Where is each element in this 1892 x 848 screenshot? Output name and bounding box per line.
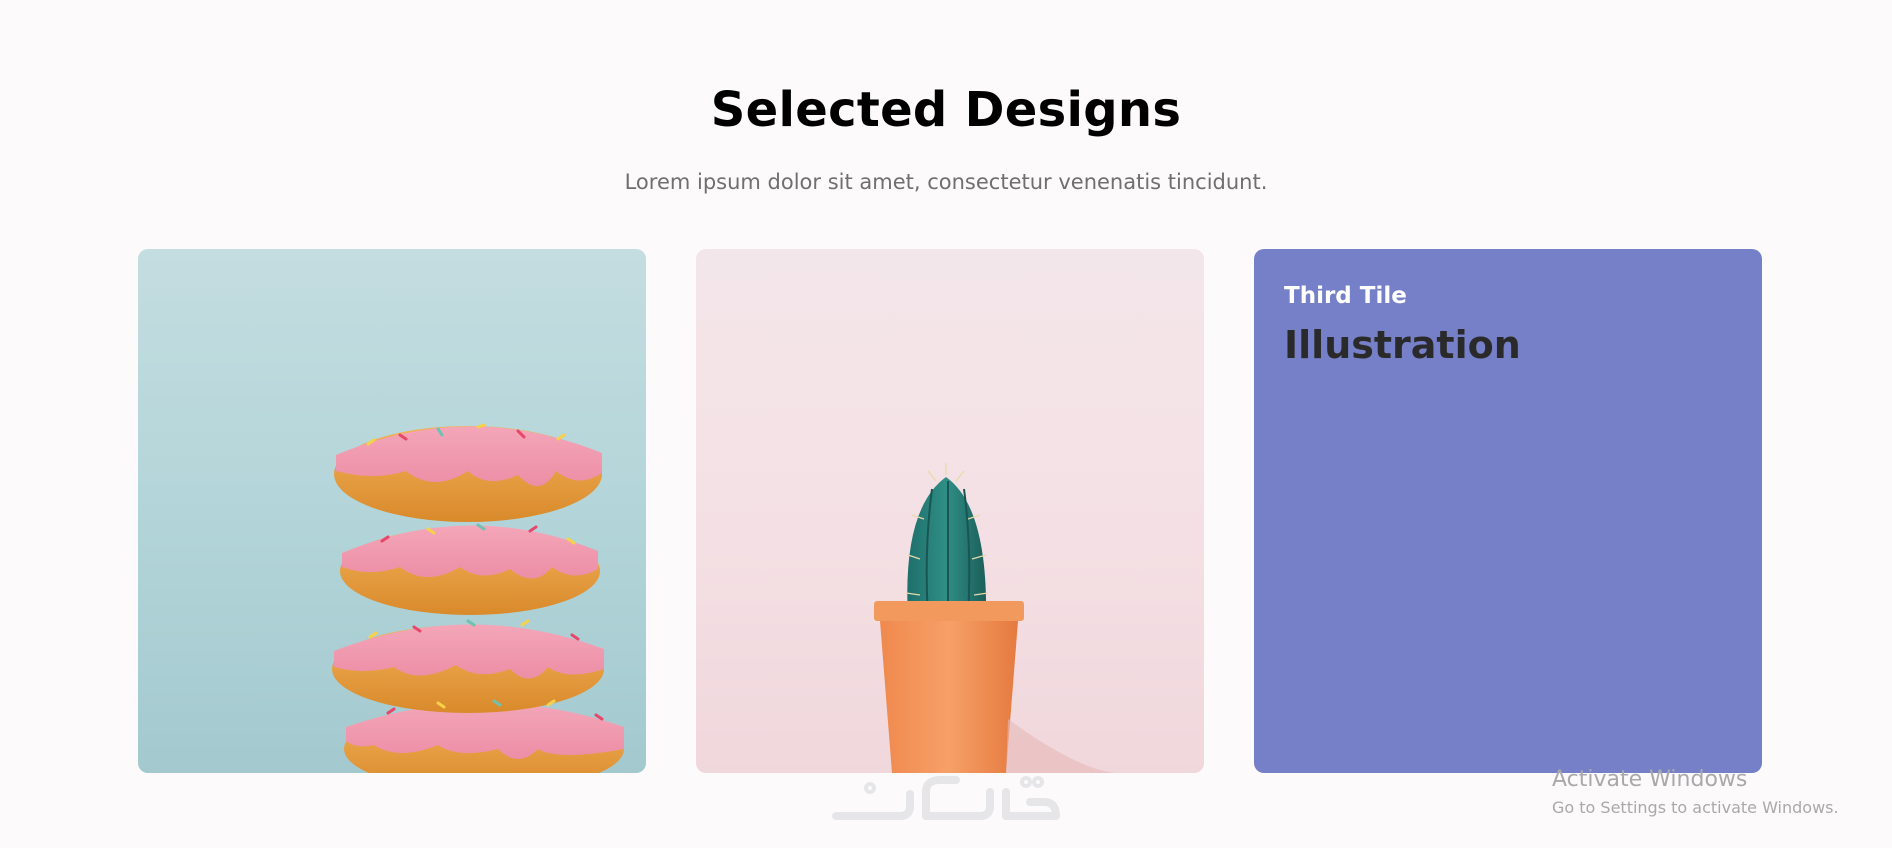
section-title: Selected Designs xyxy=(710,82,1182,138)
tile-heading: Illustration xyxy=(1284,323,1521,367)
activate-subtitle: Go to Settings to activate Windows. xyxy=(1552,798,1839,817)
cactus-pot-image xyxy=(874,463,1116,773)
tile-kicker: Third Tile xyxy=(1284,283,1407,309)
activate-title: Activate Windows xyxy=(1552,767,1748,792)
tile-cactus[interactable] xyxy=(696,249,1204,773)
donuts-stack-image xyxy=(332,423,624,773)
activate-windows-watermark: Activate Windows Go to Settings to activ… xyxy=(1552,767,1839,817)
selected-designs-section: Selected Designs Lorem ipsum dolor sit a… xyxy=(0,0,1892,848)
tile-donuts[interactable] xyxy=(138,249,646,773)
section-subtitle: Lorem ipsum dolor sit amet, consectetur … xyxy=(624,170,1268,194)
tile-illustration[interactable]: Third Tile Illustration xyxy=(1254,249,1762,773)
logo-watermark xyxy=(832,776,1060,820)
